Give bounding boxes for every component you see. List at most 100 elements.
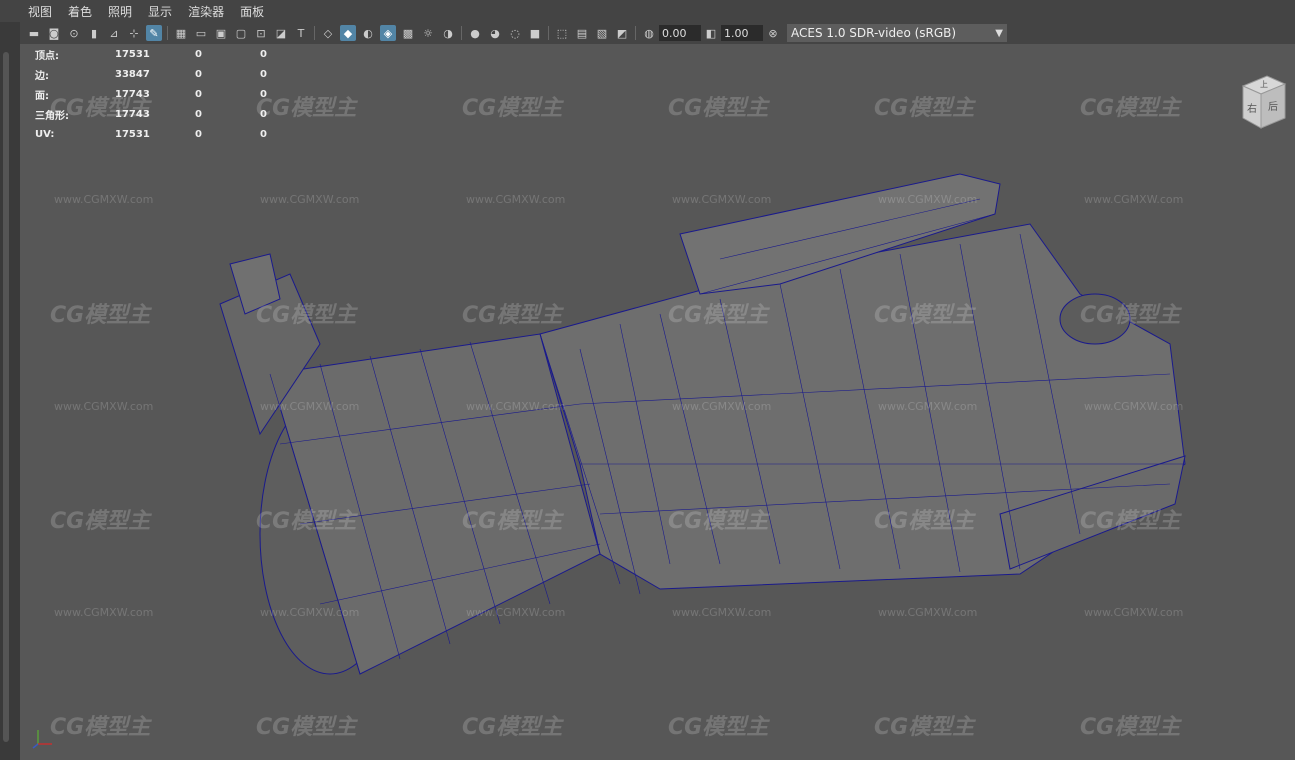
exposure-icon[interactable]: ◍ xyxy=(641,25,657,41)
gate-mask-icon[interactable]: ▢ xyxy=(233,25,249,41)
cube-left-label: 右 xyxy=(1247,102,1257,115)
watermark-logo: CG模型主 xyxy=(874,96,975,121)
watermark-logo: CG模型主 xyxy=(256,509,357,534)
bookmark-icon[interactable]: ⊙ xyxy=(66,25,82,41)
watermark-logo: CG模型主 xyxy=(50,96,151,121)
watermark-logo: CG模型主 xyxy=(462,303,563,328)
image-plane-icon[interactable]: ▮ xyxy=(86,25,102,41)
watermark-logo: CG模型主 xyxy=(668,509,769,534)
watermark-url: www.CGMXW.com xyxy=(54,193,154,206)
watermark-logo: CG模型主 xyxy=(256,715,357,740)
gamma-field[interactable] xyxy=(721,25,763,41)
camera-icon[interactable]: ▬ xyxy=(26,25,42,41)
hud-value: 33847 xyxy=(115,68,150,80)
left-panel xyxy=(0,22,20,760)
hud-row: UV: 17531 0 0 xyxy=(35,124,300,144)
separator xyxy=(167,26,168,40)
hud-value: 17531 xyxy=(115,128,150,140)
watermark-logo: CG模型主 xyxy=(668,96,769,121)
left-scrollbar[interactable] xyxy=(3,52,9,742)
watermark-logo: CG模型主 xyxy=(462,509,563,534)
safe-action-icon[interactable]: ◪ xyxy=(273,25,289,41)
hud-selected: 0 xyxy=(195,88,202,100)
grease-pencil-icon[interactable]: ⊹ xyxy=(126,25,142,41)
anti-alias-icon[interactable]: ◌ xyxy=(507,25,523,41)
watermark-url: www.CGMXW.com xyxy=(260,193,360,206)
exposure-field[interactable] xyxy=(659,25,701,41)
isolate-select-icon[interactable]: ⬚ xyxy=(554,25,570,41)
xray-icon[interactable]: ▤ xyxy=(574,25,590,41)
watermark-url: www.CGMXW.com xyxy=(878,193,978,206)
watermark-url: www.CGMXW.com xyxy=(878,400,978,413)
menu-view[interactable]: 视图 xyxy=(20,3,60,20)
watermark-url: www.CGMXW.com xyxy=(672,606,772,619)
wireframe-icon[interactable]: ◇ xyxy=(320,25,336,41)
2d-pan-icon[interactable]: ⊿ xyxy=(106,25,122,41)
menu-shading[interactable]: 着色 xyxy=(60,3,100,20)
field-chart-icon[interactable]: ⊡ xyxy=(253,25,269,41)
camera-attr-icon[interactable]: ◙ xyxy=(46,25,62,41)
separator xyxy=(461,26,462,40)
menu-strip xyxy=(0,0,20,22)
watermark-logo: CG模型主 xyxy=(462,715,563,740)
color-space-dropdown[interactable]: ACES 1.0 SDR-video (sRGB) ▼ xyxy=(787,24,1007,42)
hud-selected: 0 xyxy=(195,68,202,80)
separator xyxy=(314,26,315,40)
depth-of-field-icon[interactable]: ■ xyxy=(527,25,543,41)
lights-icon[interactable]: ☼ xyxy=(420,25,436,41)
hud-selected2: 0 xyxy=(260,68,267,80)
default-material-icon[interactable]: ◐ xyxy=(360,25,376,41)
hud-selected: 0 xyxy=(195,48,202,60)
ambient-occlusion-icon[interactable]: ● xyxy=(467,25,483,41)
color-space-label: ACES 1.0 SDR-video (sRGB) xyxy=(791,26,957,40)
viewport-toolbar: ▬ ◙ ⊙ ▮ ⊿ ⊹ ✎ ▦ ▭ ▣ ▢ ⊡ ◪ T ◇ ◆ ◐ ◈ ▩ ☼ … xyxy=(0,22,1295,44)
watermark-url: www.CGMXW.com xyxy=(672,193,772,206)
hud-selected: 0 xyxy=(195,108,202,120)
cube-top-label: 上 xyxy=(1260,80,1268,89)
xray-joints-icon[interactable]: ▧ xyxy=(594,25,610,41)
smooth-shade-icon[interactable]: ◆ xyxy=(340,25,356,41)
menu-lighting[interactable]: 照明 xyxy=(100,3,140,20)
watermark-url: www.CGMXW.com xyxy=(1084,606,1184,619)
wireframe-on-shaded-icon[interactable]: ◈ xyxy=(380,25,396,41)
watermark-url: www.CGMXW.com xyxy=(466,606,566,619)
watermark-logo: CG模型主 xyxy=(1080,303,1181,328)
watermark-logo: CG模型主 xyxy=(668,303,769,328)
watermark-logo: CG模型主 xyxy=(50,509,151,534)
watermark-url: www.CGMXW.com xyxy=(672,400,772,413)
textured-icon[interactable]: ▩ xyxy=(400,25,416,41)
grid-icon[interactable]: ▦ xyxy=(173,25,189,41)
menu-bar: 视图 着色 照明 显示 渲染器 面板 xyxy=(0,0,1295,22)
gamma-icon[interactable]: ◧ xyxy=(703,25,719,41)
resolution-gate-icon[interactable]: ▣ xyxy=(213,25,229,41)
watermark-url: www.CGMXW.com xyxy=(1084,193,1184,206)
watermark-url: www.CGMXW.com xyxy=(54,400,154,413)
hud-label: 顶点: xyxy=(35,50,59,62)
watermark-logo: CG模型主 xyxy=(256,96,357,121)
chevron-down-icon: ▼ xyxy=(995,27,1003,39)
watermark-url: www.CGMXW.com xyxy=(260,606,360,619)
motion-blur-icon[interactable]: ◕ xyxy=(487,25,503,41)
hud-label: 边: xyxy=(35,70,49,82)
separator xyxy=(548,26,549,40)
menu-panels[interactable]: 面板 xyxy=(232,3,272,20)
watermark-logo: CG模型主 xyxy=(1080,509,1181,534)
menu-renderer[interactable]: 渲染器 xyxy=(180,3,232,20)
backface-icon[interactable]: ◩ xyxy=(614,25,630,41)
watermark-logo: CG模型主 xyxy=(874,715,975,740)
watermark-logo: CG模型主 xyxy=(668,715,769,740)
color-management-icon[interactable]: ⊗ xyxy=(765,25,781,41)
watermark-url: www.CGMXW.com xyxy=(54,606,154,619)
menu-show[interactable]: 显示 xyxy=(140,3,180,20)
shadows-icon[interactable]: ◑ xyxy=(440,25,456,41)
film-gate-icon[interactable]: ▭ xyxy=(193,25,209,41)
hud-selected: 0 xyxy=(195,128,202,140)
view-cube[interactable]: 上 右 后 xyxy=(1239,72,1287,132)
pencil-icon[interactable]: ✎ xyxy=(146,25,162,41)
watermark-logo: CG模型主 xyxy=(874,303,975,328)
safe-title-icon[interactable]: T xyxy=(293,25,309,41)
watermark-url: www.CGMXW.com xyxy=(466,193,566,206)
watermark-url: www.CGMXW.com xyxy=(260,400,360,413)
watermark-logo: CG模型主 xyxy=(1080,715,1181,740)
hud-selected2: 0 xyxy=(260,128,267,140)
